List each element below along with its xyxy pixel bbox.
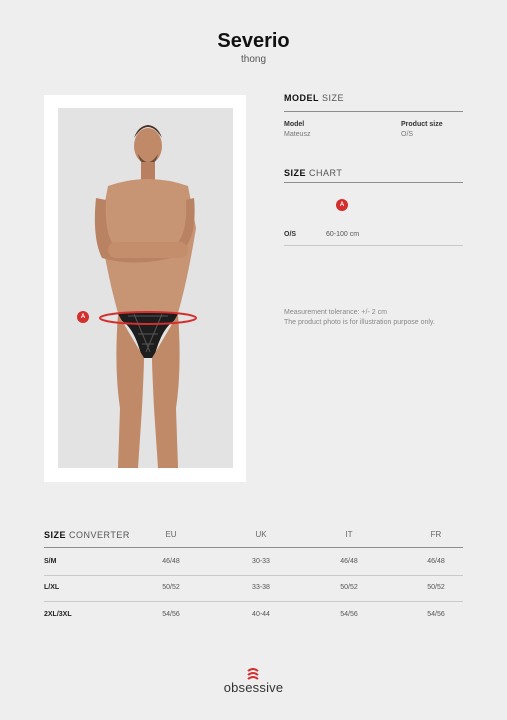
converter-row-size: 2XL/3XL bbox=[44, 611, 72, 618]
size-converter-heading-light: CONVERTER bbox=[69, 530, 130, 540]
size-chart-heading-light: CHART bbox=[309, 168, 343, 178]
model-value: Mateusz bbox=[284, 131, 311, 138]
model-size-heading: MODEL SIZE bbox=[284, 93, 344, 103]
divider bbox=[284, 245, 463, 246]
product-size-value: O/S bbox=[401, 131, 414, 138]
converter-col-fr: FR bbox=[430, 530, 442, 539]
tolerance-note: Measurement tolerance: +/- 2 cm bbox=[284, 309, 387, 316]
converter-cell: 46/48 bbox=[162, 558, 180, 565]
size-chart-row-size: O/S bbox=[284, 231, 297, 238]
converter-cell: 30-33 bbox=[252, 558, 270, 565]
product-title: Severio bbox=[217, 30, 290, 52]
converter-cell: 46/48 bbox=[427, 558, 445, 565]
divider bbox=[44, 601, 463, 602]
size-converter-heading-bold: SIZE bbox=[44, 530, 67, 540]
converter-cell: 54/56 bbox=[340, 611, 358, 618]
divider bbox=[44, 547, 463, 548]
converter-cell: 50/52 bbox=[340, 584, 358, 591]
model-size-heading-bold: MODEL bbox=[284, 93, 319, 103]
model-size-heading-light: SIZE bbox=[322, 93, 345, 103]
converter-cell: 54/56 bbox=[162, 611, 180, 618]
brand-name: obsessive bbox=[223, 680, 284, 695]
model-figure-icon bbox=[94, 125, 197, 468]
converter-col-uk: UK bbox=[255, 530, 267, 539]
converter-cell: 50/52 bbox=[427, 584, 445, 591]
size-converter-heading: SIZE CONVERTER bbox=[44, 530, 130, 540]
converter-cell: 46/48 bbox=[340, 558, 358, 565]
converter-cell: 40-44 bbox=[252, 611, 270, 618]
converter-cell: 33-38 bbox=[252, 584, 270, 591]
divider bbox=[284, 111, 463, 112]
size-chart-heading-bold: SIZE bbox=[284, 168, 307, 178]
divider bbox=[284, 182, 463, 183]
converter-col-it: IT bbox=[345, 530, 353, 539]
converter-col-eu: EU bbox=[165, 530, 177, 539]
model-label: Model bbox=[284, 121, 305, 128]
product-photo bbox=[58, 108, 233, 468]
converter-cell: 50/52 bbox=[162, 584, 180, 591]
converter-row-size: S/M bbox=[44, 558, 57, 565]
measurement-badge-a: A bbox=[77, 311, 89, 323]
converter-cell: 54/56 bbox=[427, 611, 445, 618]
size-chart-badge-a: A bbox=[336, 199, 348, 211]
converter-row-size: L/XL bbox=[44, 584, 60, 591]
product-size-label: Product size bbox=[401, 121, 443, 128]
size-chart-heading: SIZE CHART bbox=[284, 168, 342, 178]
product-subtitle: thong bbox=[240, 54, 267, 65]
disclaimer-note: The product photo is for illustration pu… bbox=[284, 319, 435, 326]
size-chart-row-value: 60-100 cm bbox=[326, 231, 360, 238]
divider bbox=[44, 575, 463, 576]
